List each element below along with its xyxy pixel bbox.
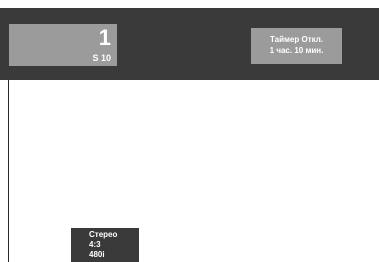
tv-screen: 1 S 10 Таймер Откл. 1 час. 10 мин. Стере… [0, 0, 379, 262]
sleep-timer-remaining: 1 час. 10 мин. [269, 46, 324, 55]
screen-left-edge [8, 80, 9, 262]
sleep-timer-title: Таймер Откл. [269, 35, 324, 44]
aspect-ratio: 4:3 [89, 240, 101, 249]
signal-info-banner: Стерео 4:3 480i [71, 228, 139, 262]
channel-number: 1 [98, 25, 111, 50]
audio-mode: Стерео [89, 230, 118, 239]
video-resolution: 480i [89, 250, 105, 259]
channel-banner: 1 S 10 [9, 24, 117, 66]
sleep-timer-banner: Таймер Откл. 1 час. 10 мин. [251, 28, 342, 64]
channel-source: S 10 [92, 53, 111, 63]
